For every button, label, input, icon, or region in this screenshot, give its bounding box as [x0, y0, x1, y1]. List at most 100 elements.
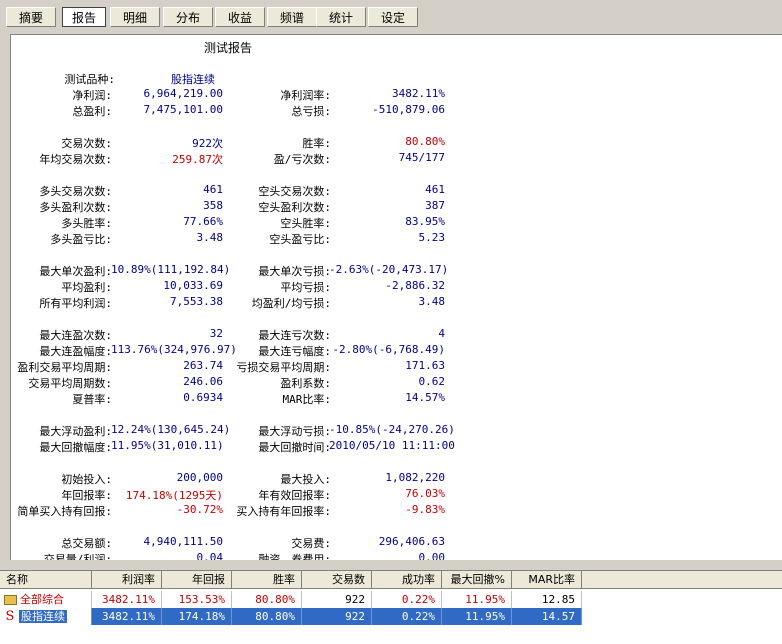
col-win-rate[interactable]: 胜率	[232, 571, 302, 588]
tab-statistics[interactable]: 统计	[316, 7, 366, 27]
row-name-cell: 全部综合	[0, 591, 92, 608]
report-panel[interactable]: 测试报告 测试品种: 股指连续 净利润: 6,964,219.00 净利润率: 348…	[10, 34, 782, 561]
cell-profit-rate: 3482.11%	[92, 608, 162, 625]
stat-label: 年有效回报率:	[258, 489, 331, 502]
stat-label: 最大连亏次数:	[258, 329, 331, 342]
cell-mar-ratio: 12.85	[512, 591, 582, 608]
stat-value: 246.06	[183, 375, 223, 388]
stat-label: 夏普率:	[72, 393, 112, 406]
stat-value: 83.95%	[405, 215, 445, 228]
stat-label: 净利润率:	[280, 89, 331, 102]
stat-value: -30.72%	[176, 503, 223, 516]
stat-label: 总亏损:	[291, 105, 331, 118]
stat-label: 亏损交易平均周期:	[236, 361, 331, 374]
stat-value: 200,000	[176, 471, 223, 484]
cell-annual-return: 153.53%	[162, 591, 232, 608]
tab-profit[interactable]: 收益	[215, 7, 265, 27]
col-trades[interactable]: 交易数	[302, 571, 372, 588]
stat-label: 盈/亏次数:	[273, 153, 331, 166]
stat-value: -9.83%	[405, 503, 445, 516]
stat-label: 最大浮动盈利:	[39, 425, 112, 438]
tab-summary[interactable]: 摘要	[6, 7, 56, 27]
stat-label: 最大回撤幅度:	[39, 441, 112, 454]
stat-value: 0.6934	[183, 391, 223, 404]
strategy-icon: S	[5, 609, 15, 624]
cell-trades: 922	[302, 608, 372, 625]
tab-report[interactable]: 报告	[62, 7, 106, 27]
stat-label: 最大单次亏损:	[258, 265, 331, 278]
col-mar-ratio[interactable]: MAR比率	[512, 571, 582, 588]
stat-label: 空头盈利次数:	[258, 201, 331, 214]
stat-label: 多头胜率:	[61, 217, 112, 230]
col-annual-return[interactable]: 年回报	[162, 571, 232, 588]
stat-value: 12.24%(130,645.24)	[111, 423, 231, 436]
table-row[interactable]: 全部综合 3482.11% 153.53% 80.80% 922 0.22% 1…	[0, 591, 582, 608]
stat-label: 净利润:	[72, 89, 112, 102]
col-name[interactable]: 名称	[0, 571, 92, 588]
row-name: 股指连续	[19, 610, 67, 623]
stat-label: 年回报率:	[61, 489, 112, 502]
stat-value: 3.48	[418, 295, 446, 308]
stat-label: 空头胜率:	[280, 217, 331, 230]
cell-max-drawdown: 11.95%	[442, 591, 512, 608]
col-max-drawdown[interactable]: 最大回撤%	[442, 571, 512, 588]
stat-label: 多头交易次数:	[39, 185, 112, 198]
stat-value: 14.57%	[405, 391, 445, 404]
stat-label: 空头盈亏比:	[269, 233, 331, 246]
stat-label: 所有平均利润:	[39, 297, 112, 310]
stat-value: 32	[209, 327, 223, 340]
stat-value: 263.74	[183, 359, 223, 372]
stat-label: 最大回撤时间:	[258, 441, 331, 454]
stat-value: 10,033.69	[163, 279, 223, 292]
tab-detail[interactable]: 明细	[110, 7, 160, 27]
stat-value: 113.76%(324,976.97)	[111, 343, 237, 356]
stat-value: 387	[425, 199, 445, 212]
product-label: 测试品种:	[64, 73, 115, 86]
cell-profit-rate: 3482.11%	[92, 591, 162, 608]
stat-value: 171.63	[405, 359, 445, 372]
tab-spectrum[interactable]: 频谱	[267, 7, 317, 27]
tab-settings[interactable]: 设定	[368, 7, 418, 27]
stat-label: 总交易额:	[61, 537, 112, 550]
stat-value: 3482.11%	[392, 87, 445, 100]
stat-label: 买入持有年回报率:	[236, 505, 331, 518]
panel-splitter[interactable]	[0, 560, 782, 571]
stat-value: 4,940,111.50	[143, 535, 223, 548]
tab-distribution[interactable]: 分布	[163, 7, 213, 27]
stat-value: 461	[425, 183, 445, 196]
stat-value: 3.48	[196, 231, 224, 244]
stat-label: 最大连盈幅度:	[39, 345, 112, 358]
stat-value: 174.18%(1295天)	[125, 489, 223, 502]
stat-value: -510,879.06	[372, 103, 445, 116]
stat-label: 总盈利:	[72, 105, 112, 118]
stat-label: 年均交易次数:	[39, 153, 112, 166]
report-title: 测试报告	[204, 41, 253, 55]
stat-value: 77.66%	[183, 215, 223, 228]
stat-value: -10.85%(-24,270.26)	[329, 423, 455, 436]
stat-label: 交易平均周期数:	[28, 377, 112, 390]
cell-success-rate: 0.22%	[372, 608, 442, 625]
stat-label: 盈利系数:	[280, 377, 331, 390]
stat-value: 5.23	[418, 231, 446, 244]
stat-label: 多头盈利次数:	[39, 201, 112, 214]
stat-label: 交易费:	[291, 537, 331, 550]
stat-label: MAR比率:	[282, 393, 332, 406]
row-name: 全部综合	[20, 593, 64, 606]
cell-annual-return: 174.18%	[162, 608, 232, 625]
cell-mar-ratio: 14.57	[512, 608, 582, 625]
stat-value: 296,406.63	[378, 535, 445, 548]
stat-value: 76.03%	[405, 487, 445, 500]
col-success-rate[interactable]: 成功率	[372, 571, 442, 588]
stat-label: 胜率:	[302, 137, 331, 150]
col-profit-rate[interactable]: 利润率	[92, 571, 162, 588]
table-row[interactable]: S 股指连续 3482.11% 174.18% 80.80% 922 0.22% …	[0, 608, 582, 625]
stat-label: 最大连盈次数:	[39, 329, 112, 342]
stat-value: 7,553.38	[170, 295, 223, 308]
results-grid: 名称 利润率 年回报 胜率 交易数 成功率 最大回撤% MAR比率 全部综合 3…	[0, 571, 782, 644]
stat-label: 平均亏损:	[280, 281, 331, 294]
stat-value: 259.87次	[172, 153, 223, 166]
stat-value: 2010/05/10 11:11:00	[329, 439, 455, 452]
stat-label: 最大投入:	[280, 473, 331, 486]
cell-trades: 922	[302, 591, 372, 608]
stat-label: 最大浮动亏损:	[258, 425, 331, 438]
